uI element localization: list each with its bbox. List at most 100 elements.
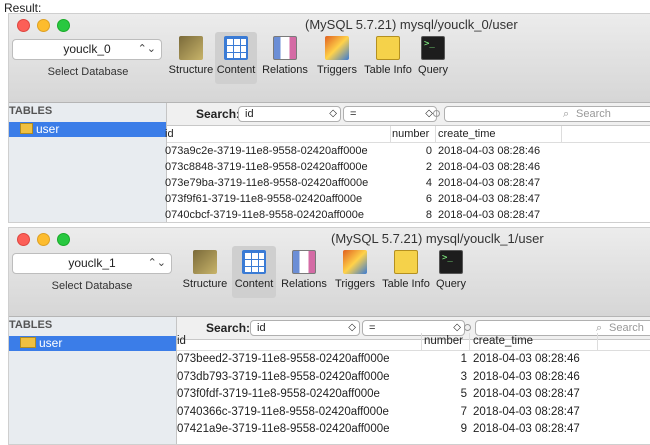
close-button[interactable]: [17, 233, 30, 246]
chevron-updown-icon: ⌃⌄: [137, 43, 156, 55]
toolbar-label: Query: [436, 278, 466, 290]
table-name: user: [39, 336, 63, 350]
minimize-button[interactable]: [37, 233, 50, 246]
cell-number: 4: [425, 177, 432, 189]
zoom-button[interactable]: [57, 19, 70, 32]
search-label: Search:: [196, 107, 241, 121]
column-header-number[interactable]: number: [392, 126, 429, 142]
toolbar-label: Content: [234, 278, 274, 290]
table-row[interactable]: 073e79ba-3719-11e8-9558-02420aff000e 4 2…: [165, 175, 650, 191]
toolbar-tableinfo-button[interactable]: Table Info: [362, 32, 414, 84]
toolbar-label: Relations: [262, 64, 308, 76]
chevron-updown-icon: ◇: [329, 108, 337, 119]
close-button[interactable]: [17, 19, 30, 32]
table-row[interactable]: 07421a9e-3719-11e8-9558-02420aff000e 9 2…: [177, 421, 650, 439]
cell-number: 5: [460, 388, 467, 400]
cell-number: 3: [460, 370, 467, 383]
cell-create-time: 2018-04-03 08:28:47: [438, 177, 541, 189]
table-row[interactable]: 073beed2-3719-11e8-9558-02420aff000e 1 2…: [177, 351, 650, 369]
cell-number: 2: [425, 161, 432, 173]
toolbar-label: Triggers: [317, 64, 357, 76]
field-select-value: id: [245, 108, 254, 120]
toolbar-content-button[interactable]: Content: [232, 246, 276, 298]
content-grid-icon: [242, 250, 266, 274]
toolbar-label: Content: [216, 64, 256, 76]
sidebar-item-user[interactable]: user: [9, 122, 166, 137]
search-input[interactable]: ⌕ Search: [444, 106, 650, 122]
content-grid-icon: [224, 36, 248, 60]
search-placeholder: Search: [576, 108, 611, 120]
window-controls: [17, 233, 70, 246]
toolbar-label: Triggers: [335, 278, 375, 290]
toolbar-structure-button[interactable]: Structure: [181, 246, 229, 298]
table-row[interactable]: 073c8848-3719-11e8-9558-02420aff000e 2 2…: [165, 159, 650, 175]
relations-icon: [292, 250, 316, 274]
cell-create-time: 2018-04-03 08:28:46: [473, 353, 580, 365]
sidebar: TABLES user: [9, 103, 167, 222]
cell-number: 8: [425, 209, 432, 221]
cell-number: 9: [460, 423, 467, 435]
toolbar-triggers-button[interactable]: Triggers: [332, 246, 378, 298]
toolbar-content-button[interactable]: Content: [215, 32, 257, 84]
cell-create-time: 2018-04-03 08:28:47: [473, 405, 580, 418]
cell-create-time: 2018-04-03 08:28:46: [438, 145, 541, 157]
search-icon: ⌕: [563, 108, 570, 120]
chevron-updown-icon: ◇: [425, 108, 433, 119]
select-database-label: Select Database: [47, 66, 129, 78]
toolbar-query-button[interactable]: Query: [417, 32, 449, 84]
structure-icon: [193, 250, 217, 274]
cell-number: 1: [460, 353, 467, 365]
zoom-button[interactable]: [57, 233, 70, 246]
cell-id: 0740366c-3719-11e8-9558-02420aff000e: [177, 405, 389, 418]
table-row[interactable]: 073a9c2e-3719-11e8-9558-02420aff000e 0 2…: [165, 143, 650, 159]
toolbar-structure-button[interactable]: Structure: [168, 32, 214, 84]
table-row[interactable]: 073f0fdf-3719-11e8-9558-02420aff000e 5 2…: [177, 386, 650, 404]
column-header-number[interactable]: number: [424, 333, 463, 350]
cell-id: 073f0fdf-3719-11e8-9558-02420aff000e: [177, 388, 380, 400]
toolbar-relations-button[interactable]: Relations: [259, 32, 311, 84]
table-row[interactable]: 073f9f61-3719-11e8-9558-02420aff000e 6 2…: [165, 191, 650, 207]
cell-create-time: 2018-04-03 08:28:47: [438, 193, 541, 205]
table-row[interactable]: 0740366c-3719-11e8-9558-02420aff000e 7 2…: [177, 404, 650, 422]
toolbar-label: Table Info: [382, 278, 430, 290]
toolbar-query-button[interactable]: Query: [435, 246, 467, 298]
column-header-id[interactable]: id: [165, 126, 174, 142]
cell-create-time: 2018-04-03 08:28:47: [473, 423, 580, 435]
relations-icon: [273, 36, 297, 60]
titlebar: (MySQL 5.7.21) mysql/youclk_1/user youcl…: [9, 228, 650, 317]
triggers-icon: [325, 36, 349, 60]
cell-id: 073beed2-3719-11e8-9558-02420aff000e: [177, 353, 390, 365]
minimize-button[interactable]: [37, 19, 50, 32]
cell-id: 073f9f61-3719-11e8-9558-02420aff000e: [165, 193, 363, 205]
database-select[interactable]: youclk_0 ⌃⌄: [12, 39, 162, 60]
window-title: (MySQL 5.7.21) mysql/youclk_0/user: [305, 17, 518, 32]
table-icon: [20, 123, 33, 134]
field-select[interactable]: id ◇: [238, 106, 341, 122]
grid-header: id number create_time: [177, 333, 650, 351]
database-select-value: youclk_0: [63, 42, 111, 56]
toolbar-relations-button[interactable]: Relations: [279, 246, 329, 298]
grid-header: id number create_time: [165, 126, 650, 143]
toolbar-label: Relations: [281, 278, 327, 290]
column-header-create-time[interactable]: create_time: [473, 333, 533, 350]
triggers-icon: [343, 250, 367, 274]
cell-number: 7: [460, 405, 467, 418]
toolbar-label: Structure: [182, 278, 228, 290]
titlebar: (MySQL 5.7.21) mysql/youclk_0/user youcl…: [9, 14, 650, 103]
sidebar-item-user[interactable]: user: [9, 336, 176, 351]
column-header-id[interactable]: id: [177, 333, 186, 350]
operator-select[interactable]: = ◇: [343, 106, 437, 122]
table-icon: [20, 337, 36, 348]
database-select[interactable]: youclk_1 ⌃⌄: [12, 253, 172, 274]
chevron-updown-icon: ⌃⌄: [147, 257, 166, 269]
toolbar-tableinfo-button[interactable]: Table Info: [379, 246, 433, 298]
window-title: (MySQL 5.7.21) mysql/youclk_1/user: [331, 231, 544, 246]
table-row[interactable]: 0740cbcf-3719-11e8-9558-02420aff000e 8 2…: [165, 207, 650, 222]
tables-header: TABLES: [9, 319, 53, 331]
table-row[interactable]: 073db793-3719-11e8-9558-02420aff000e 3 2…: [177, 369, 650, 387]
filter-status-icon: [464, 324, 471, 331]
window-controls: [17, 19, 70, 32]
cell-id: 073e79ba-3719-11e8-9558-02420aff000e: [165, 177, 369, 189]
column-header-create-time[interactable]: create_time: [438, 126, 495, 142]
toolbar-triggers-button[interactable]: Triggers: [312, 32, 362, 84]
